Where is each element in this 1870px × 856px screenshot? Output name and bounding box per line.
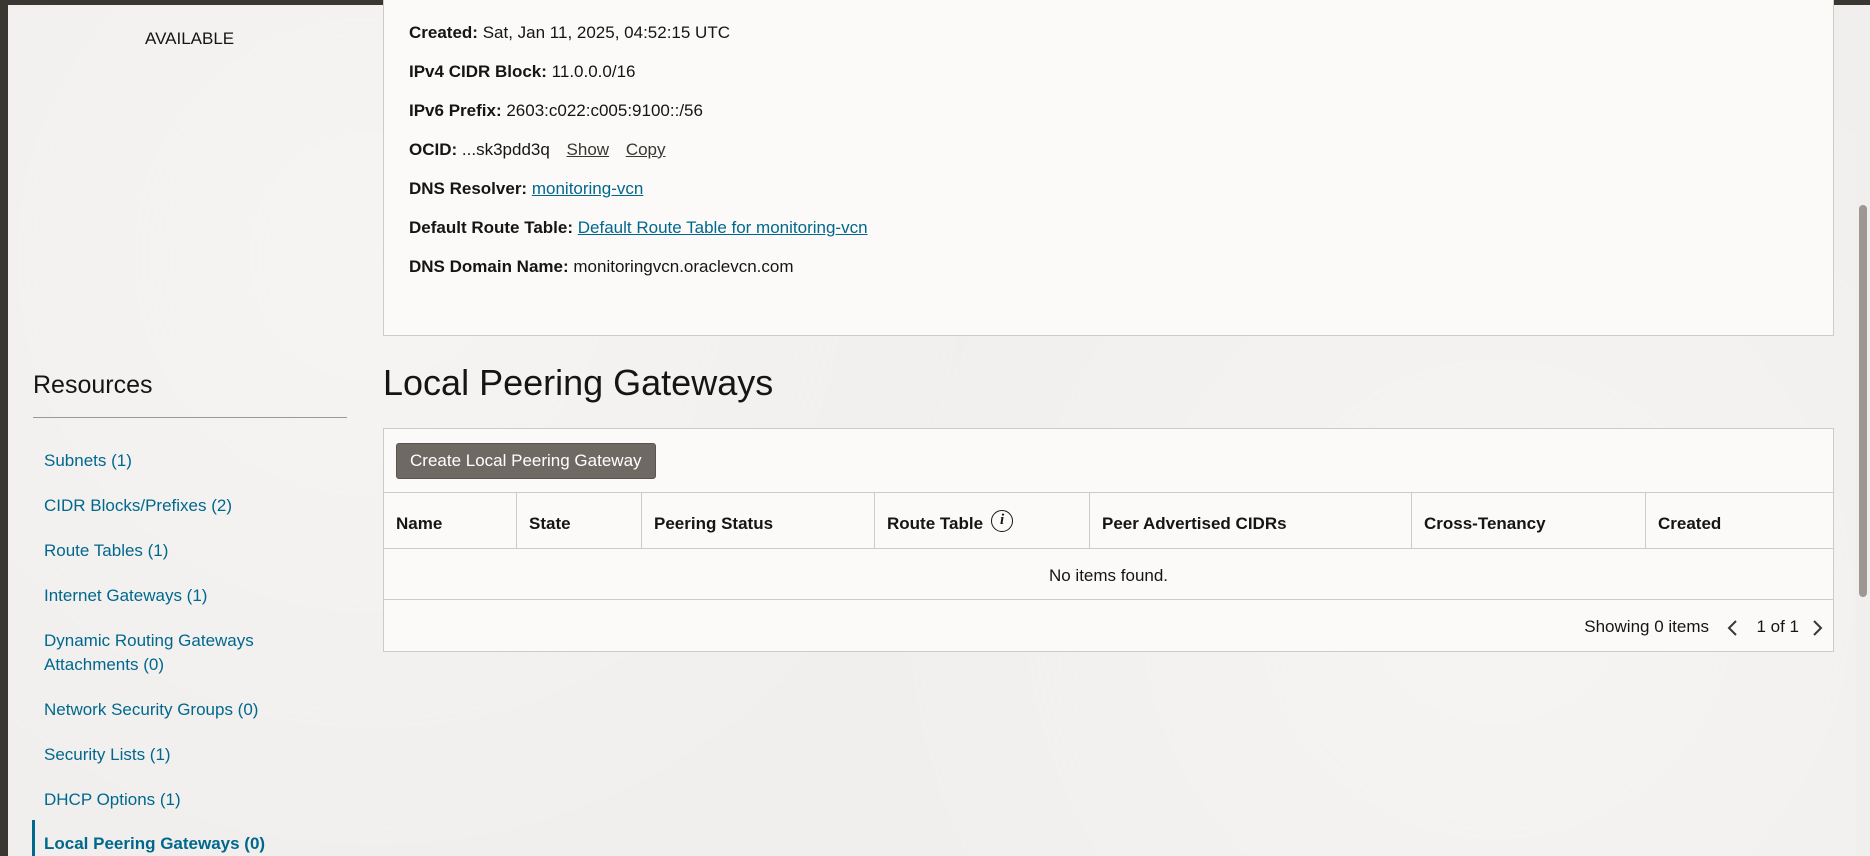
scrollbar-track[interactable]	[1856, 5, 1870, 856]
created-label: Created:	[409, 23, 478, 42]
empty-message: No items found.	[384, 549, 1833, 600]
page-indicator: 1 of 1	[1756, 617, 1799, 636]
resource-item-cidr-blocks[interactable]: CIDR Blocks/Prefixes (2)	[44, 494, 232, 518]
resource-item-nsgs[interactable]: Network Security Groups (0)	[44, 698, 258, 722]
ocid-label: OCID:	[409, 140, 458, 159]
resource-item-security-lists[interactable]: Security Lists (1)	[44, 743, 171, 767]
info-icon[interactable]: i	[991, 509, 1014, 532]
column-header-created[interactable]: Created	[1646, 493, 1833, 548]
resources-divider	[33, 417, 347, 418]
column-header-state[interactable]: State	[517, 493, 642, 548]
created-value: Sat, Jan 11, 2025, 04:52:15 UTC	[482, 23, 730, 42]
resource-item-internet-gateways[interactable]: Internet Gateways (1)	[44, 584, 207, 608]
resource-item-drg-attachments-count[interactable]: Attachments (0)	[44, 653, 164, 677]
ipv6-label: IPv6 Prefix:	[409, 101, 502, 120]
route-table-row: Default Route Table: Default Route Table…	[409, 218, 868, 238]
resource-item-local-peering-gateways[interactable]: Local Peering Gateways (0)	[44, 832, 265, 856]
ocid-copy-link[interactable]: Copy	[626, 140, 666, 159]
dns-resolver-label: DNS Resolver:	[409, 179, 528, 198]
ipv6-value: 2603:c022:c005:9100::/56	[506, 101, 703, 120]
ipv4-label: IPv4 CIDR Block:	[409, 62, 547, 81]
column-header-peering-status[interactable]: Peering Status	[642, 493, 875, 548]
route-table-link[interactable]: Default Route Table for monitoring-vcn	[578, 218, 868, 237]
ipv6-row: IPv6 Prefix: 2603:c022:c005:9100::/56	[409, 101, 703, 121]
active-indicator	[32, 820, 35, 856]
column-header-peer-cidrs[interactable]: Peer Advertised CIDRs	[1090, 493, 1412, 548]
ipv4-value: 11.0.0.0/16	[551, 62, 636, 81]
dns-domain-label: DNS Domain Name:	[409, 257, 569, 276]
dns-domain-row: DNS Domain Name: monitoringvcn.oraclevcn…	[409, 257, 794, 277]
ocid-value: ...sk3pdd3q	[461, 140, 550, 159]
create-lpg-button[interactable]: Create Local Peering Gateway	[396, 443, 656, 479]
resource-item-drg-attachments[interactable]: Dynamic Routing Gateways	[44, 629, 254, 653]
ipv4-row: IPv4 CIDR Block: 11.0.0.0/16	[409, 62, 636, 82]
section-title: Local Peering Gateways	[383, 362, 774, 403]
route-table-column-label: Route Table	[887, 514, 984, 533]
dns-domain-value: monitoringvcn.oraclevcn.com	[573, 257, 794, 276]
column-header-name[interactable]: Name	[384, 493, 517, 548]
showing-count: Showing 0 items	[1584, 617, 1709, 636]
scrollbar-thumb[interactable]	[1859, 205, 1867, 597]
column-header-route-table[interactable]: Route Table i	[875, 493, 1090, 548]
chevron-left-icon[interactable]	[1723, 618, 1743, 638]
vcn-details-panel: Created: Sat, Jan 11, 2025, 04:52:15 UTC…	[383, 0, 1834, 336]
ocid-show-link[interactable]: Show	[567, 140, 610, 159]
window-left-border	[0, 0, 8, 856]
column-header-cross-tenancy[interactable]: Cross-Tenancy	[1412, 493, 1646, 548]
resource-item-subnets[interactable]: Subnets (1)	[44, 449, 132, 473]
lpg-table-panel: Create Local Peering Gateway Name State …	[383, 428, 1834, 652]
resources-heading: Resources	[33, 371, 153, 399]
dns-resolver-row: DNS Resolver: monitoring-vcn	[409, 179, 643, 199]
table-footer: Showing 0 items 1 of 1	[384, 600, 1833, 652]
route-table-label: Default Route Table:	[409, 218, 574, 237]
dns-resolver-link[interactable]: monitoring-vcn	[532, 179, 644, 198]
chevron-right-icon[interactable]	[1807, 618, 1827, 638]
resource-item-dhcp-options[interactable]: DHCP Options (1)	[44, 788, 181, 812]
ocid-row: OCID: ...sk3pdd3q Show Copy	[409, 140, 666, 160]
status-label: AVAILABLE	[145, 29, 235, 48]
created-row: Created: Sat, Jan 11, 2025, 04:52:15 UTC	[409, 23, 730, 43]
resource-item-route-tables[interactable]: Route Tables (1)	[44, 539, 168, 563]
table-header: Name State Peering Status Route Table i P…	[384, 492, 1833, 549]
